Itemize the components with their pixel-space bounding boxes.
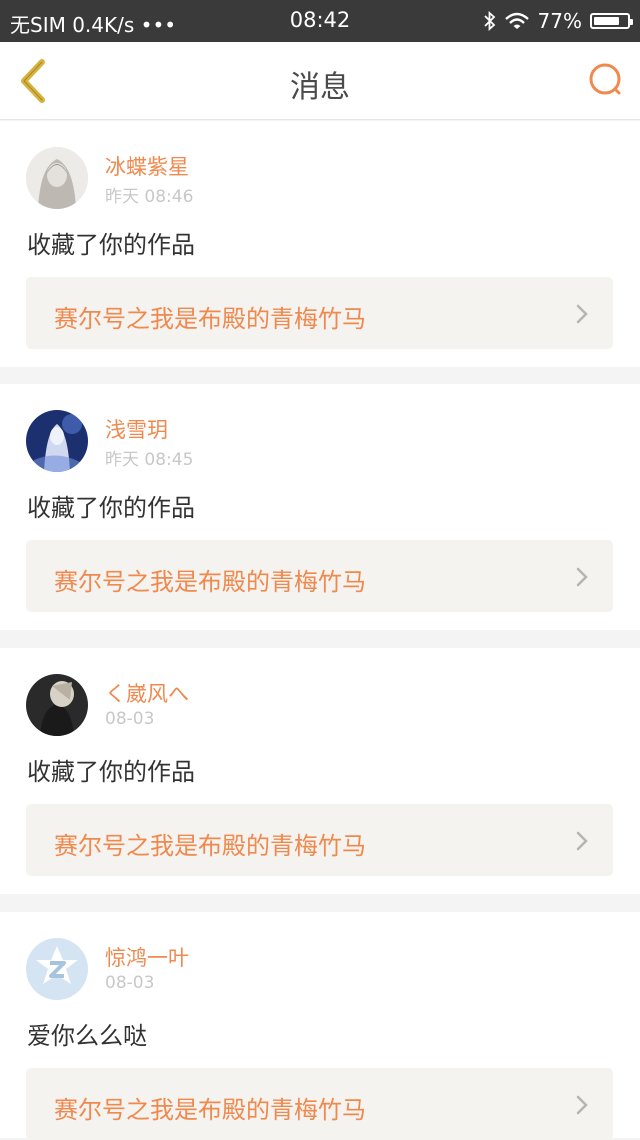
work-link[interactable]: 赛尔号之我是布殿的青梅竹马: [26, 804, 613, 876]
avatar[interactable]: [26, 674, 88, 736]
message-card: 浅雪玥 昨天 08:45 收藏了你的作品 赛尔号之我是布殿的青梅竹马: [0, 384, 640, 630]
message-text: 收藏了你的作品: [27, 494, 195, 522]
nav-bar: 消息: [0, 42, 640, 120]
avatar-image: [26, 410, 88, 472]
message-text: 收藏了你的作品: [27, 231, 195, 259]
message-card: 冰蝶紫星 昨天 08:46 收藏了你的作品 赛尔号之我是布殿的青梅竹马: [0, 121, 640, 367]
chevron-right-icon: [576, 304, 588, 324]
user-name[interactable]: 惊鸿一叶: [105, 942, 189, 972]
message-time: 08-03: [105, 709, 155, 729]
bluetooth-icon: [483, 11, 495, 31]
chevron-right-icon: [576, 567, 588, 587]
avatar[interactable]: [26, 410, 88, 472]
user-name[interactable]: 冰蝶紫星: [105, 151, 189, 181]
message-card: 惊鸿一叶 08-03 爱你么么哒 赛尔号之我是布殿的青梅竹马: [0, 912, 640, 1140]
avatar[interactable]: [26, 938, 88, 1000]
battery-percent: 77%: [537, 9, 582, 33]
search-icon: [589, 63, 621, 95]
search-button[interactable]: [586, 60, 626, 100]
user-name[interactable]: 浅雪玥: [105, 414, 168, 444]
user-name[interactable]: く崴风へ: [105, 678, 189, 708]
avatar-image: [26, 674, 88, 736]
message-time: 昨天 08:45: [105, 450, 194, 470]
default-avatar-icon: [26, 938, 88, 1000]
message-time: 08-03: [105, 973, 155, 993]
work-title: 赛尔号之我是布殿的青梅竹马: [54, 832, 366, 860]
status-bar: 无SIM 0.4K/s ••• 08:42 77%: [0, 0, 640, 42]
message-text: 爱你么么哒: [27, 1022, 147, 1050]
chevron-right-icon: [576, 831, 588, 851]
battery-icon: [590, 13, 633, 29]
work-link[interactable]: 赛尔号之我是布殿的青梅竹马: [26, 277, 613, 349]
chevron-right-icon: [576, 1095, 588, 1115]
work-link[interactable]: 赛尔号之我是布殿的青梅竹马: [26, 1068, 613, 1140]
page-title: 消息: [290, 70, 350, 105]
work-title: 赛尔号之我是布殿的青梅竹马: [54, 568, 366, 596]
message-time: 昨天 08:46: [105, 187, 194, 207]
message-card: く崴风へ 08-03 收藏了你的作品 赛尔号之我是布殿的青梅竹马: [0, 648, 640, 894]
message-text: 收藏了你的作品: [27, 758, 195, 786]
avatar-image: [26, 147, 88, 209]
avatar[interactable]: [26, 147, 88, 209]
work-title: 赛尔号之我是布殿的青梅竹马: [54, 1096, 366, 1124]
work-title: 赛尔号之我是布殿的青梅竹马: [54, 305, 366, 333]
status-icons: 77%: [483, 9, 633, 33]
wifi-icon: [504, 12, 529, 29]
work-link[interactable]: 赛尔号之我是布殿的青梅竹马: [26, 540, 613, 612]
